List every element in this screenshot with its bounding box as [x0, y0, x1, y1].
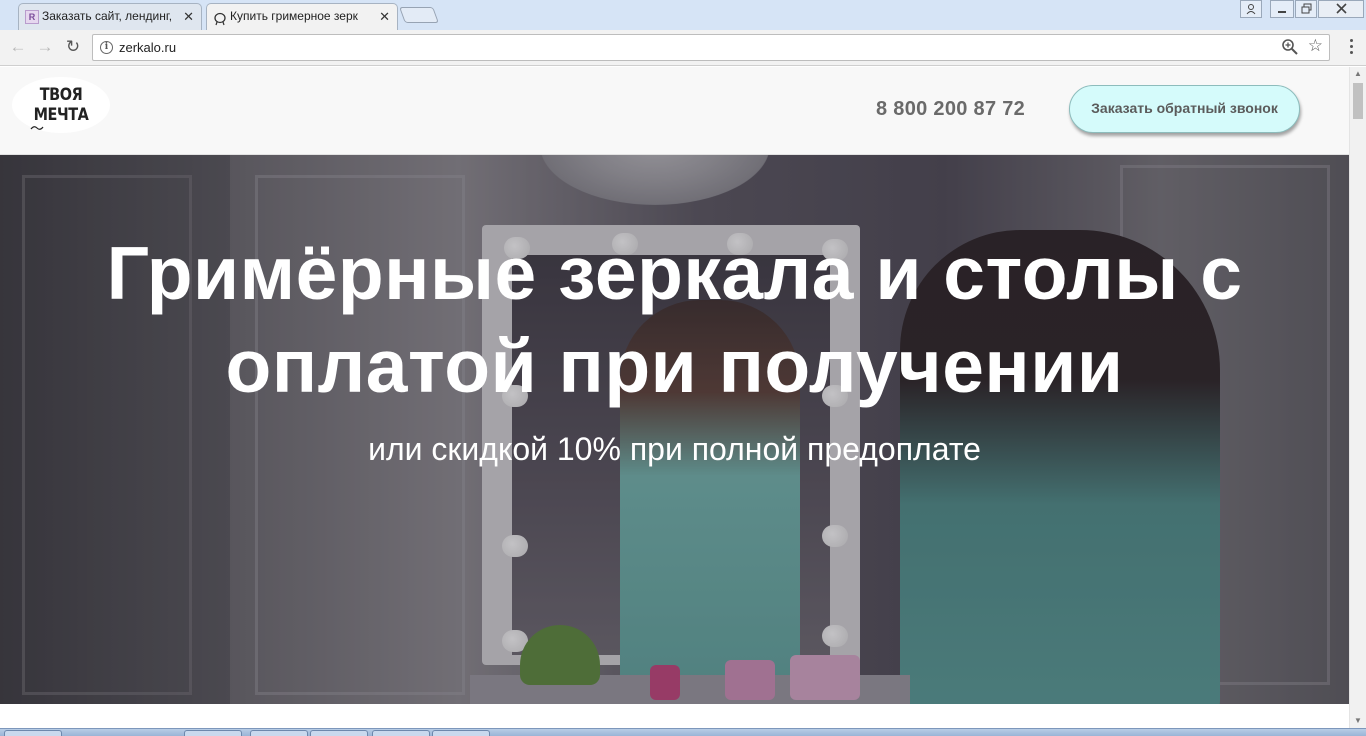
callback-button[interactable]: Заказать обратный звонок: [1069, 85, 1300, 133]
mirror-favicon-icon: [213, 10, 227, 26]
profile-icon[interactable]: [1240, 0, 1262, 18]
hero-title: Гримёрные зеркала и столы с оплатой при …: [106, 231, 1243, 408]
site-info-icon[interactable]: i: [100, 41, 113, 54]
page-scrollbar[interactable]: ▲ ▼: [1349, 67, 1366, 728]
browser-menu-icon[interactable]: [1350, 39, 1354, 57]
taskbar-item[interactable]: [372, 730, 430, 736]
logo-flourish-icon: [30, 123, 44, 133]
reload-button[interactable]: ↻: [62, 36, 84, 58]
taskbar-item[interactable]: [184, 730, 242, 736]
bookmark-star-icon[interactable]: ☆: [1308, 36, 1323, 56]
logo-line-1: ТВОЯ: [39, 85, 83, 105]
site-logo[interactable]: ТВОЯ МЕЧТА: [12, 77, 110, 133]
close-tab-icon[interactable]: ✕: [183, 4, 194, 29]
taskbar-item[interactable]: [4, 730, 62, 736]
browser-tab-1[interactable]: R Заказать сайт, лендинг, ✕: [18, 3, 202, 30]
tab-title: Купить гримерное зерк: [230, 9, 358, 23]
logo-line-2: МЕЧТА: [33, 105, 89, 125]
tab-title: Заказать сайт, лендинг,: [42, 9, 173, 23]
taskbar-item[interactable]: [250, 730, 308, 736]
close-window-icon[interactable]: [1318, 0, 1364, 18]
os-taskbar: [0, 728, 1366, 736]
zoom-icon[interactable]: [1281, 38, 1299, 56]
scroll-down-icon[interactable]: ▼: [1350, 714, 1366, 728]
scroll-up-icon[interactable]: ▲: [1350, 67, 1366, 81]
forward-button[interactable]: →: [34, 36, 56, 58]
minimize-window-icon[interactable]: [1270, 0, 1294, 18]
new-tab-button[interactable]: [399, 7, 439, 23]
browser-toolbar: ← → ↻ i zerkalo.ru ☆: [0, 30, 1366, 66]
hero-section: Гримёрные зеркала и столы с оплатой при …: [0, 155, 1349, 704]
scroll-thumb[interactable]: [1353, 83, 1363, 119]
taskbar-item[interactable]: [432, 730, 490, 736]
address-url[interactable]: zerkalo.ru: [119, 40, 176, 55]
hero-subtitle: или скидкой 10% при полной предоплате: [368, 431, 981, 467]
header-phone[interactable]: 8 800 200 87 72: [876, 98, 1025, 121]
page-viewport: ТВОЯ МЕЧТА 8 800 200 87 72 Заказать обра…: [0, 67, 1349, 728]
site-header: ТВОЯ МЕЧТА 8 800 200 87 72 Заказать обра…: [0, 67, 1349, 155]
address-bar[interactable]: i zerkalo.ru ☆: [92, 34, 1330, 61]
restore-window-icon[interactable]: [1295, 0, 1317, 18]
site-favicon-icon: R: [25, 10, 39, 24]
back-button[interactable]: ←: [7, 36, 29, 58]
close-tab-icon[interactable]: ✕: [379, 4, 390, 29]
browser-tab-2[interactable]: Купить гримерное зерк ✕: [206, 3, 398, 30]
browser-tab-strip: R Заказать сайт, лендинг, ✕ Купить гриме…: [0, 0, 1366, 30]
taskbar-item[interactable]: [310, 730, 368, 736]
